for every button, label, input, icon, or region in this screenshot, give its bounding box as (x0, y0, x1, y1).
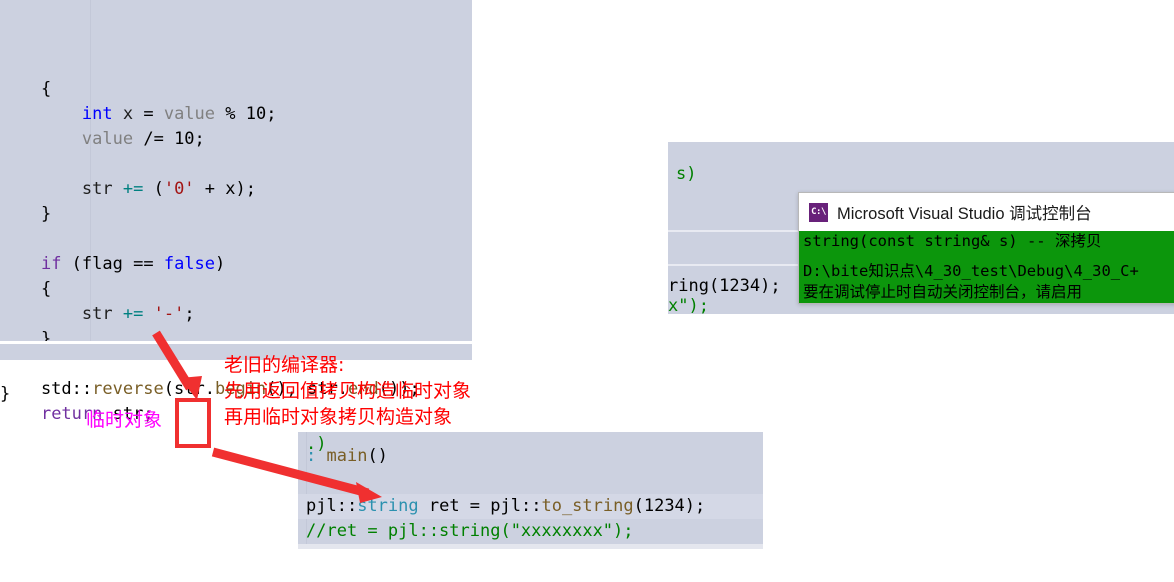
code-line: s) (676, 162, 696, 187)
code-token: (flag (61, 254, 134, 274)
code-token: /= (143, 129, 164, 149)
code-token: + x); (194, 179, 256, 199)
code-token: { (0, 279, 52, 299)
code-token: str (81, 179, 113, 199)
code-line: : main() (306, 444, 388, 469)
annotation-highlight-box (175, 398, 211, 448)
code-token: { (0, 79, 52, 99)
code-token: 1234 (643, 496, 685, 516)
console-output: string(const string& s) -- 深拷贝 D:\bite知识… (799, 231, 1174, 303)
code-token: to_string (541, 496, 634, 516)
code-token: ( (633, 496, 644, 516)
code-token: += (122, 179, 144, 199)
code-token: x (112, 104, 144, 124)
code-token: pjl:: (306, 496, 358, 516)
code-token: == (133, 254, 154, 274)
annotation-line: 老旧的编译器: (224, 354, 345, 376)
code-token: ret (418, 496, 470, 516)
console-titlebar[interactable]: C:\ Microsoft Visual Studio 调试控制台 (799, 193, 1174, 231)
code-token: ) (215, 254, 226, 274)
code-token: int (81, 104, 113, 124)
code-token: ring(1234); (668, 276, 781, 296)
debug-console-window[interactable]: C:\ Microsoft Visual Studio 调试控制台 string… (798, 192, 1174, 304)
code-token: ; (266, 104, 277, 124)
code-token: if (40, 254, 62, 274)
code-token: value (81, 129, 134, 149)
code-token: 10 (245, 104, 267, 124)
code-line: x"); (668, 294, 709, 319)
code-token: str (81, 304, 113, 324)
code-line: { (0, 77, 472, 102)
code-token: ); (684, 496, 706, 516)
console-title: Microsoft Visual Studio 调试控制台 (837, 205, 1092, 223)
code-line: if (flag == false) (0, 252, 472, 277)
code-token: 10 (174, 129, 195, 149)
code-editor-top[interactable]: { int x = value % 10; value /= 10; str +… (0, 0, 472, 424)
code-token: } (0, 384, 11, 404)
annotation-line: 再用临时对象拷贝构造对象 (224, 406, 453, 428)
editor-bottom-strip (298, 544, 763, 549)
code-line: pjl::string ret = pjl::to_string(1234); (306, 494, 705, 519)
code-token: '0' (163, 179, 195, 199)
code-line: value /= 10; (0, 127, 472, 152)
code-line: str += '-'; (0, 302, 472, 327)
code-token: ; (184, 304, 195, 324)
code-token: ( (143, 179, 164, 199)
console-output-line: string(const string& s) -- 深拷贝 (803, 232, 1102, 250)
code-line: } (0, 202, 472, 227)
code-token: % (215, 104, 246, 124)
code-token: pjl:: (480, 496, 542, 516)
code-token: = (469, 496, 481, 516)
code-token: () (367, 446, 388, 466)
code-token: } (0, 204, 52, 224)
code-editor-bottom[interactable]: .): main() pjl::string ret = pjl::to_stri… (298, 432, 763, 549)
code-token: ; (194, 129, 205, 149)
code-token: '-' (153, 304, 185, 324)
code-line: int x = value % 10; (0, 102, 472, 127)
code-token: value (163, 104, 216, 124)
console-app-icon: C:\ (809, 202, 828, 222)
console-output-line: D:\bite知识点\4_30_test\Debug\4_30_C+ (803, 262, 1139, 280)
code-token: main (326, 446, 368, 466)
console-output-line: 要在调试停止时自动关闭控制台，请启用 (803, 283, 1083, 301)
annotation-compiler-note: 老旧的编译器: 先用返回值拷贝构造临时对象 再用临时对象拷贝构造对象 (224, 352, 471, 430)
code-token: false (163, 254, 216, 274)
code-line: //ret = pjl::string("xxxxxxxx"); (306, 519, 634, 544)
annotation-temp-object-label: 临时对象 (86, 409, 163, 431)
code-token: = (143, 104, 154, 124)
code-token: s) (676, 164, 697, 184)
code-line: str += ('0' + x); (0, 177, 472, 202)
code-token: x"); (668, 296, 709, 316)
code-token: //ret = pjl::string("xxxxxxxx"); (306, 521, 634, 541)
annotation-line: 先用返回值拷贝构造临时对象 (224, 380, 472, 402)
code-line: { (0, 277, 472, 302)
code-token: string (357, 496, 419, 516)
code-token: += (122, 304, 144, 324)
code-token: : (306, 446, 327, 466)
